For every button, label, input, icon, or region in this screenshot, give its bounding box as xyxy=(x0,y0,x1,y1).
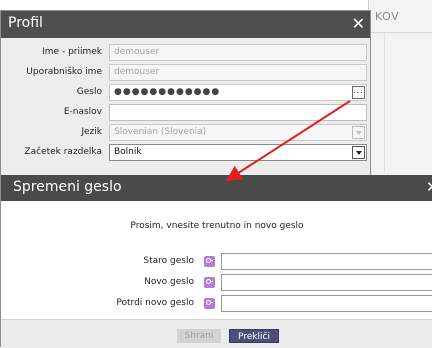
annotation-arrow-line xyxy=(225,100,351,182)
annotation-arrow xyxy=(225,100,351,182)
